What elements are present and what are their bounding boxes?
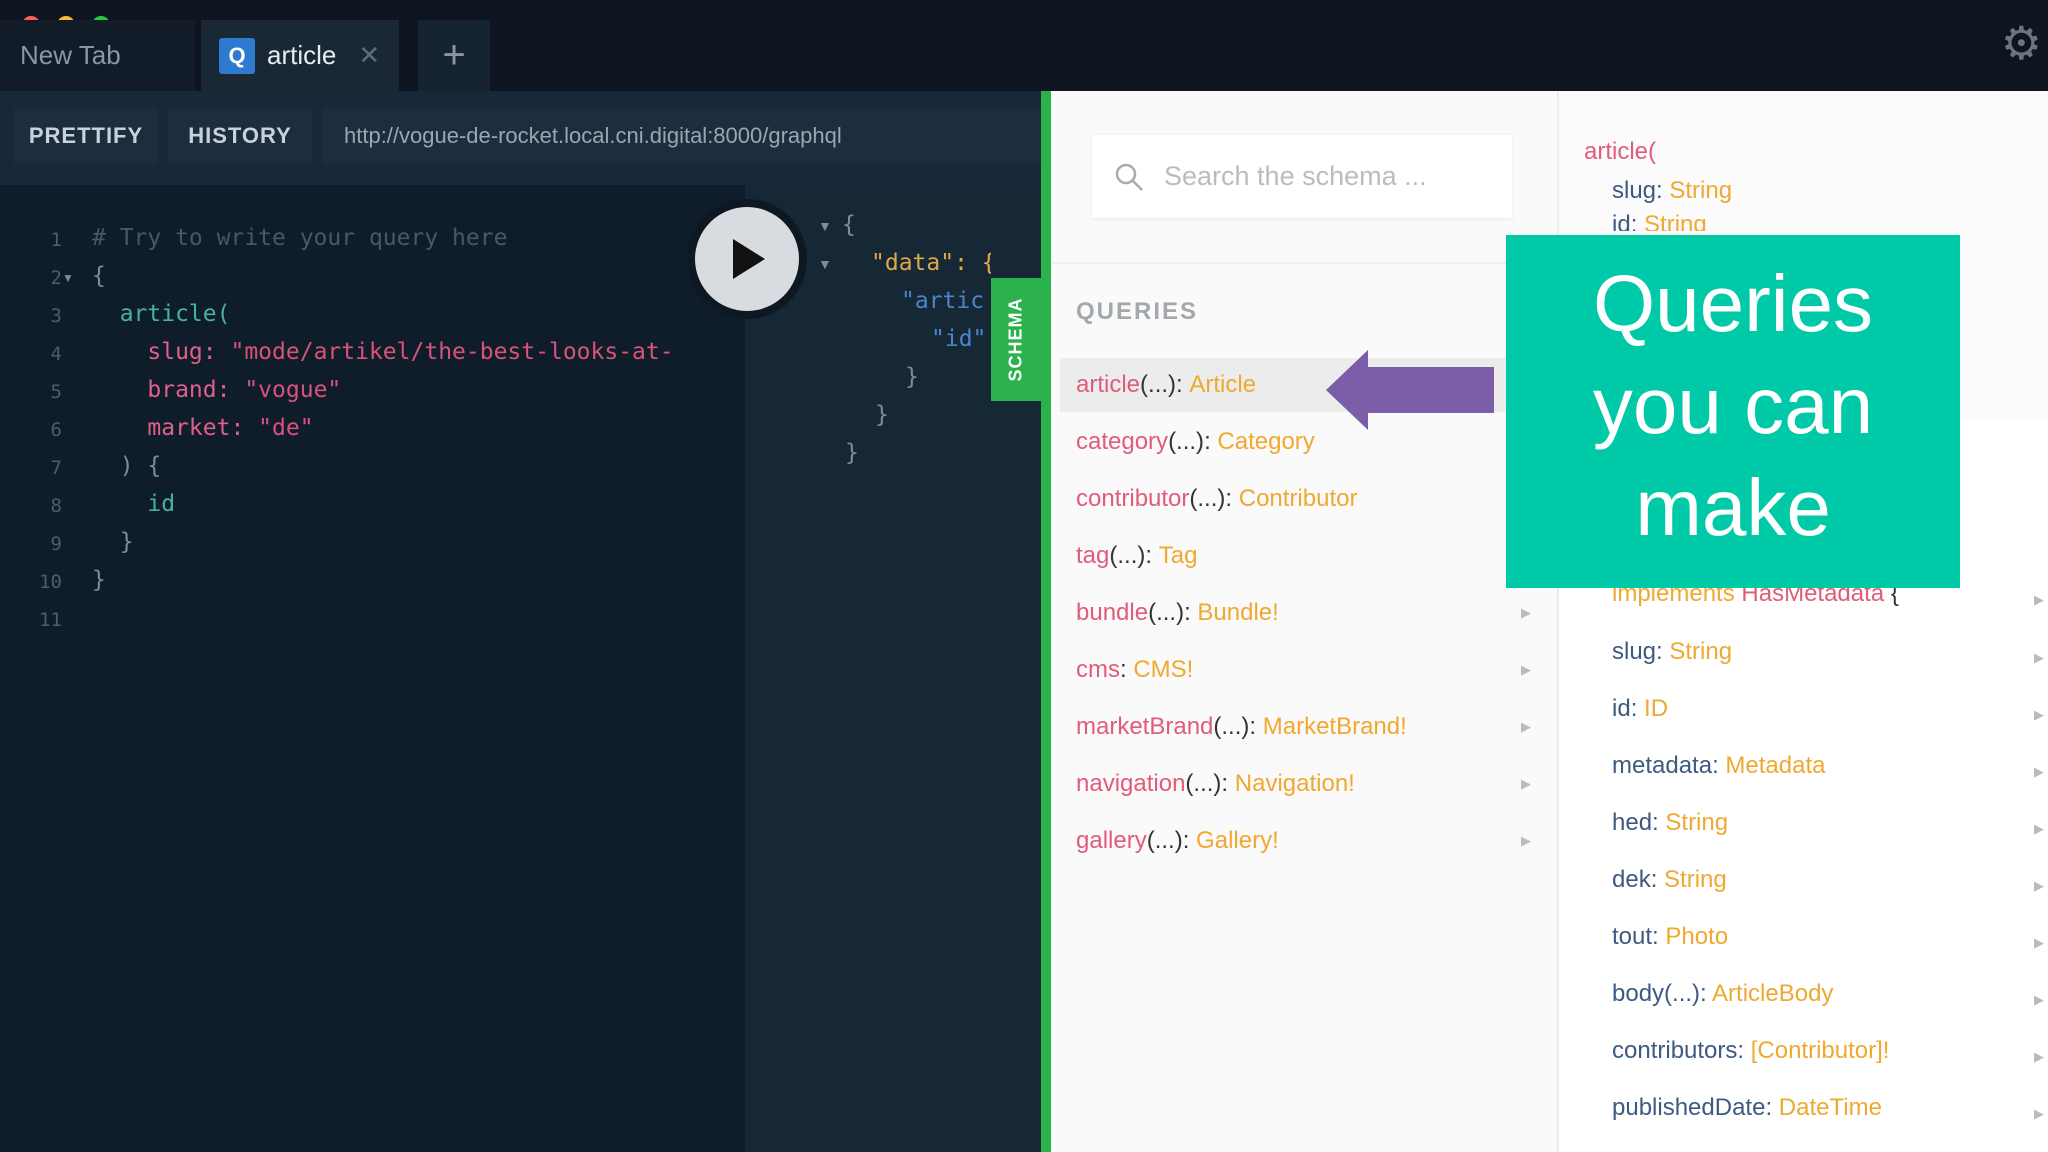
code-line[interactable]: article( (92, 301, 231, 327)
line-number: 6 (50, 419, 62, 441)
tab-label: New Tab (20, 40, 121, 70)
close-tab-icon[interactable]: ✕ (358, 40, 380, 71)
query-item-contributor[interactable]: contributor (...): Contributor (1060, 472, 1557, 526)
code-line[interactable]: slug: "mode/artikel/the-best-looks-at- (92, 339, 673, 365)
search-placeholder: Search the schema ... (1164, 161, 1427, 191)
chevron-right-icon: ▶ (2034, 821, 2044, 836)
divider (1051, 262, 1551, 264)
prettify-button[interactable]: PRETTIFY (14, 108, 158, 164)
field-item[interactable]: publishedDate: DateTime (1612, 1094, 1882, 1122)
callout-line: make (1635, 463, 1831, 552)
annotation-arrow-icon (1326, 350, 1494, 430)
line-number: 1 (50, 229, 62, 251)
field-item[interactable]: tout: Photo (1612, 923, 1728, 951)
chevron-right-icon: ▶ (2034, 707, 2044, 722)
chevron-right-icon: ▶ (1521, 605, 1531, 620)
search-icon (1115, 163, 1143, 191)
schema-tab[interactable]: SCHEMA (991, 278, 1041, 401)
annotation-callout: Queries you can make (1506, 235, 1960, 588)
argument-slug: slug: String (1612, 177, 1733, 204)
result-line: } (905, 364, 919, 390)
code-line[interactable]: # Try to write your query here (92, 225, 507, 251)
code-line[interactable]: market: "de" (92, 415, 313, 441)
chevron-right-icon: ▶ (1521, 776, 1531, 791)
field-item[interactable]: slug: String (1612, 638, 1732, 666)
result-line: } (845, 440, 859, 466)
query-item-gallery[interactable]: gallery (...): Gallery! ▶ (1060, 814, 1557, 868)
result-line: "id" (931, 326, 987, 352)
result-line: { (842, 212, 856, 238)
line-number: 7 (50, 457, 62, 479)
query-item-bundle[interactable]: bundle (...): Bundle! ▶ (1060, 586, 1557, 640)
chevron-right-icon: ▶ (2034, 650, 2044, 665)
chevron-right-icon: ▶ (2034, 1106, 2044, 1121)
field-item[interactable]: metadata: Metadata (1612, 752, 1826, 780)
line-number: 3 (50, 305, 62, 327)
fold-arrow-icon[interactable]: ▼ (818, 256, 832, 272)
callout-line: Queries (1592, 259, 1874, 348)
code-line[interactable]: { (92, 263, 106, 289)
line-number: 11 (39, 609, 62, 631)
result-line: "data": { (871, 250, 991, 276)
query-item-marketBrand[interactable]: marketBrand (...): MarketBrand! ▶ (1060, 700, 1557, 754)
query-item-cms[interactable]: cms: CMS! ▶ (1060, 643, 1557, 697)
chevron-right-icon: ▶ (2034, 992, 2044, 1007)
line-number: 9 (50, 533, 62, 555)
result-line: "artic (901, 288, 985, 314)
query-item-navigation[interactable]: navigation (...): Navigation! ▶ (1060, 757, 1557, 811)
field-item[interactable]: id: ID (1612, 695, 1668, 723)
chevron-right-icon: ▶ (2034, 1049, 2044, 1064)
field-item[interactable]: hed: String (1612, 809, 1728, 837)
line-number: 4 (50, 343, 62, 365)
fold-arrow-icon[interactable]: ▼ (818, 218, 832, 234)
line-number: 10 (39, 571, 62, 593)
detail-heading: article( (1584, 138, 1657, 165)
chevron-right-icon: ▶ (2034, 935, 2044, 950)
chevron-right-icon: ▶ (2034, 592, 2044, 607)
schema-search-input[interactable]: Search the schema ... (1092, 135, 1512, 218)
query-editor[interactable] (0, 185, 745, 1152)
chevron-right-icon: ▶ (2034, 764, 2044, 779)
field-item[interactable]: dek: String (1612, 866, 1727, 894)
fold-arrow-icon[interactable]: ▼ (62, 271, 74, 285)
queries-heading: QUERIES (1076, 298, 1199, 325)
field-item[interactable]: body(...): ArticleBody (1612, 980, 1833, 1008)
chevron-right-icon: ▶ (2034, 878, 2044, 893)
field-item[interactable]: contributors: [Contributor]! (1612, 1037, 1889, 1065)
line-number: 2 (50, 267, 62, 289)
tab-label: article (267, 40, 337, 70)
line-number: 5 (50, 381, 62, 403)
callout-line: you can (1592, 361, 1874, 450)
new-tab-button[interactable]: + (418, 20, 490, 91)
line-number: 8 (50, 495, 62, 517)
chevron-right-icon: ▶ (1521, 833, 1531, 848)
panel-divider (1041, 91, 1051, 1152)
result-line: } (875, 402, 889, 428)
argument-id: id: String (1612, 211, 1707, 231)
query-item-tag[interactable]: tag (...): Tag (1060, 529, 1557, 583)
gear-icon[interactable]: ⚙ (2001, 16, 2042, 70)
query-icon: Q (219, 37, 255, 74)
code-line[interactable]: } (92, 567, 106, 593)
chevron-right-icon: ▶ (1521, 662, 1531, 677)
endpoint-url-input[interactable]: http://vogue-de-rocket.local.cni.digital… (322, 108, 1041, 164)
tab-new-tab[interactable]: New Tab (0, 20, 195, 91)
code-line[interactable]: } (92, 529, 134, 555)
run-query-button[interactable] (695, 207, 799, 311)
history-button[interactable]: HISTORY (168, 108, 312, 164)
play-icon (733, 239, 765, 279)
tab-article[interactable]: Q article ✕ (201, 20, 399, 91)
code-line[interactable]: brand: "vogue" (92, 377, 341, 403)
chevron-right-icon: ▶ (1521, 719, 1531, 734)
code-line[interactable]: id (92, 491, 175, 517)
code-line[interactable]: ) { (92, 453, 162, 479)
